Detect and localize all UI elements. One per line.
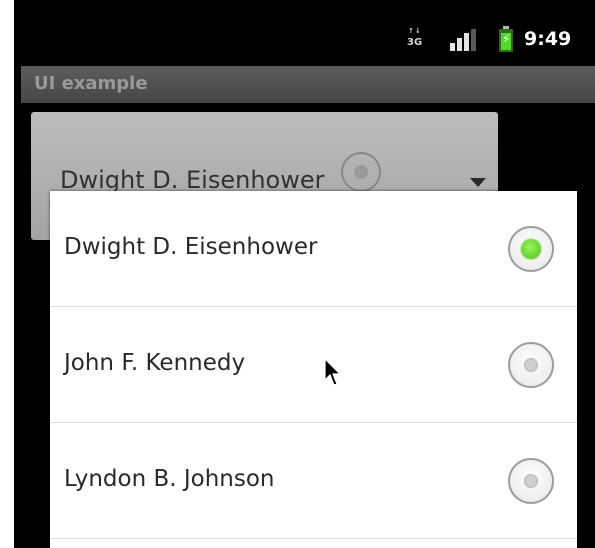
mouse-cursor-icon — [324, 358, 342, 386]
spinner-radio-icon — [341, 152, 381, 192]
screen: ↑↓ 3G ⚡ 9:49 UI example Dwight D. Eisenh… — [0, 0, 595, 548]
network-label: 3G — [407, 37, 423, 48]
spinner-dropdown-dialog: Dwight D. Eisenhower John F. Kennedy Lyn… — [50, 191, 577, 548]
list-item-label: Lyndon B. Johnson — [64, 466, 275, 492]
status-time: 9:49 — [524, 28, 572, 50]
list-item-label: Dwight D. Eisenhower — [64, 234, 318, 260]
list-item-label: John F. Kennedy — [64, 350, 246, 376]
list-item[interactable]: Dwight D. Eisenhower — [50, 191, 577, 307]
signal-strength-icon — [450, 29, 478, 51]
network-3g-icon: ↑↓ 3G — [407, 27, 423, 48]
phone-screen: ↑↓ 3G ⚡ 9:49 UI example Dwight D. Eisenh… — [14, 0, 595, 548]
list-item[interactable]: John F. Kennedy — [50, 307, 577, 423]
app-title-bar: UI example — [21, 66, 595, 103]
radio-button[interactable] — [508, 458, 554, 504]
radio-button-checked[interactable] — [508, 226, 554, 272]
radio-button[interactable] — [508, 342, 554, 388]
status-bar: ↑↓ 3G ⚡ 9:49 — [14, 0, 595, 66]
list-item[interactable]: Lyndon B. Johnson — [50, 423, 577, 539]
battery-charging-icon: ⚡ — [499, 26, 513, 52]
dropdown-arrow-icon — [470, 178, 486, 187]
app-title: UI example — [34, 73, 148, 94]
